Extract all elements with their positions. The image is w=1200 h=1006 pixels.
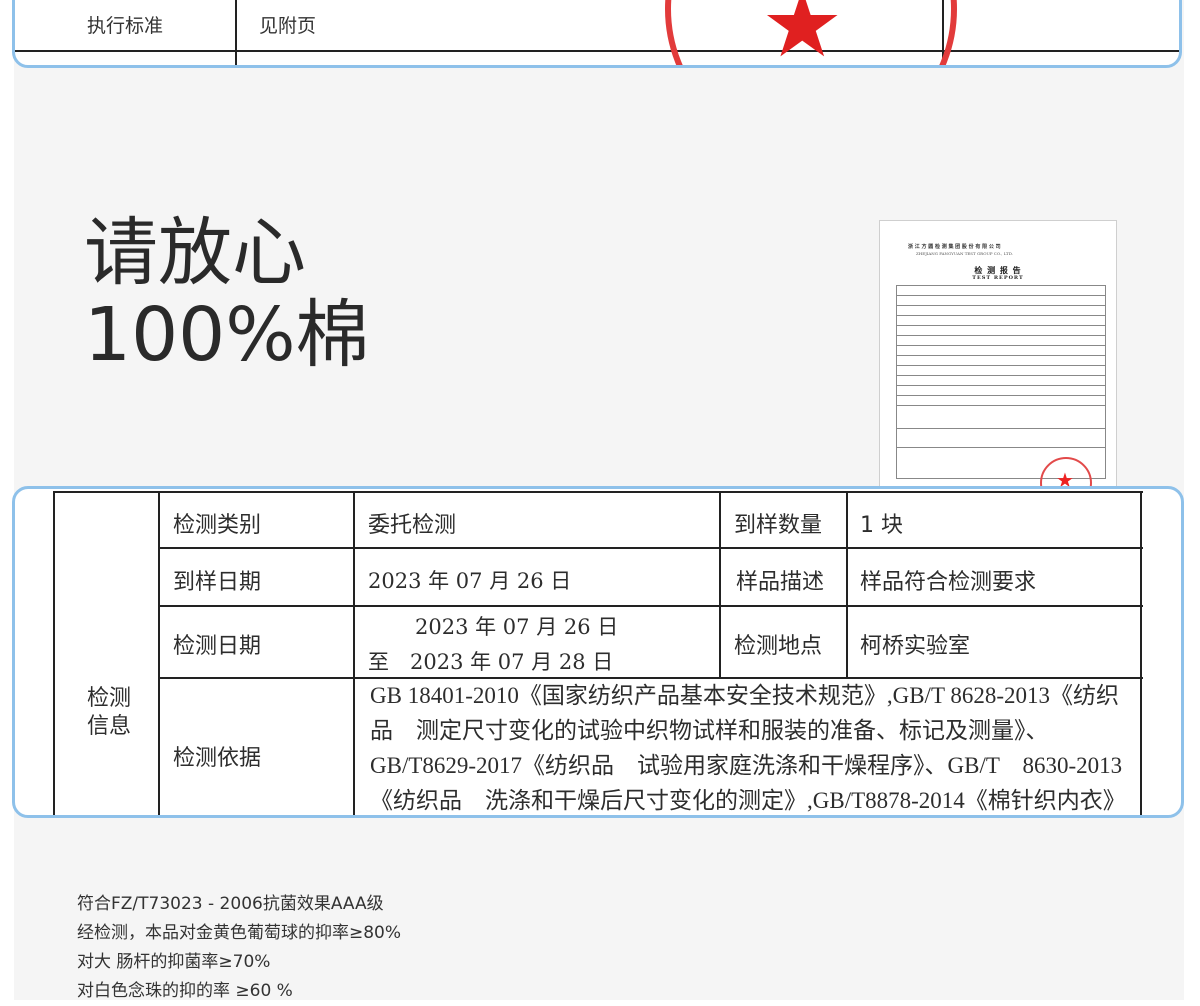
report-row <box>896 429 1106 448</box>
section-label-line-2: 信息 <box>86 714 131 739</box>
section-label-line-1: 检测 <box>86 686 131 711</box>
cell-sample-desc-value: 样品符合检测要求 <box>860 570 1037 595</box>
note-line: 对大 肠杆的抑菌率≥70% <box>77 952 271 972</box>
section-label-test-info: 检测 信息 <box>81 685 137 741</box>
note-line: 符合FZ/T73023 - 2006抗菌效果AAA级 <box>77 894 384 914</box>
table-divider <box>158 491 160 815</box>
test-report-thumbnail: 浙 江 方 圆 检 测 集 团 股 份 有 限 公 司 ZHEJIANG FAN… <box>879 220 1117 520</box>
cell-arrival-date-label: 到样日期 <box>173 570 262 595</box>
basis-line: GB/T8629-2017《纺织品 试验用家庭洗涤和干燥程序》、GB/T 863… <box>370 753 1123 778</box>
report-row <box>896 406 1106 429</box>
headline-line-1: 请放心 <box>84 210 306 296</box>
report-row <box>896 326 1106 336</box>
basis-line: 《纺织品 洗涤和干燥后尺寸变化的测定》,GB/T8878-2014《棉针织内衣》 <box>370 788 1126 813</box>
report-org-cn: 浙 江 方 圆 检 测 集 团 股 份 有 限 公 司 <box>908 244 1001 250</box>
cell-test-date-end: 至 2023 年 07 月 28 日 <box>368 650 614 674</box>
table-divider <box>158 547 1143 549</box>
cell-sample-qty-label: 到样数量 <box>734 513 823 538</box>
detection-info-table: 检测类别 委托检测 到样数量 1 块 到样日期 2023 年 07 月 26 日… <box>12 486 1184 818</box>
cell-test-category-value: 委托检测 <box>368 513 457 538</box>
standard-label: 执行标准 <box>87 15 164 37</box>
cell-arrival-date-value: 2023 年 07 月 26 日 <box>368 569 572 593</box>
note-line: 对白色念珠的抑的率 ≥60 % <box>77 981 293 1001</box>
report-row <box>896 386 1106 396</box>
report-row <box>896 316 1106 326</box>
basis-line: GB 18401-2010《国家纺织产品基本安全技术规范》,GB/T 8628-… <box>370 683 1119 708</box>
headline: 请放心 100%棉 <box>84 212 370 376</box>
cell-test-location-label: 检测地点 <box>734 634 823 659</box>
report-rows <box>896 285 1106 479</box>
table-divider <box>719 491 721 677</box>
cell-sample-qty-value: 1 块 <box>860 513 903 538</box>
report-row <box>896 376 1106 386</box>
table-divider <box>53 491 1143 493</box>
report-row <box>896 396 1106 406</box>
antibacterial-notes: 符合FZ/T73023 - 2006抗菌效果AAA级 经检测，本品对金黄色葡萄球… <box>77 890 401 1006</box>
table-divider <box>53 491 55 815</box>
cell-test-location-value: 柯桥实验室 <box>860 634 971 659</box>
table-grid: 检测类别 委托检测 到样数量 1 块 到样日期 2023 年 07 月 26 日… <box>53 491 1143 815</box>
report-row <box>896 366 1106 376</box>
cell-sample-desc-label: 样品描述 <box>736 570 825 595</box>
cell-test-date-label: 检测日期 <box>173 634 262 659</box>
report-row <box>896 356 1106 366</box>
cell-test-basis-label: 检测依据 <box>173 746 262 771</box>
report-row <box>896 306 1106 316</box>
cell-test-date-start: 2023 年 07 月 26 日 <box>415 615 619 639</box>
table-divider <box>158 605 1143 607</box>
headline-line-2: 100%棉 <box>84 292 370 378</box>
report-row <box>896 296 1106 306</box>
seal-star-icon: ★ <box>761 0 844 68</box>
report-row <box>896 285 1106 296</box>
note-line: 经检测，本品对金黄色葡萄球的抑率≥80% <box>77 923 402 943</box>
basis-line: 品 测定尺寸变化的试验中织物试样和服装的准备、标记及测量》、 <box>370 718 1049 743</box>
table-divider <box>1140 491 1142 815</box>
report-title-en: TEST REPORT <box>972 275 1024 281</box>
top-table-frame: 执行标准 见附页 ★ <box>12 0 1182 68</box>
official-seal-icon: ★ <box>665 0 957 68</box>
table-divider <box>846 491 848 677</box>
table-divider <box>353 491 355 815</box>
report-row <box>896 346 1106 356</box>
cell-test-basis-value: GB 18401-2010《国家纺织产品基本安全技术规范》,GB/T 8628-… <box>370 678 1140 815</box>
report-row <box>896 336 1106 346</box>
table-divider <box>15 50 1179 52</box>
table-divider <box>235 0 237 65</box>
cell-test-category-label: 检测类别 <box>173 513 262 538</box>
report-org-en: ZHEJIANG FANGYUAN TEST GROUP CO., LTD. <box>916 251 1014 256</box>
standard-value: 见附页 <box>259 15 317 37</box>
